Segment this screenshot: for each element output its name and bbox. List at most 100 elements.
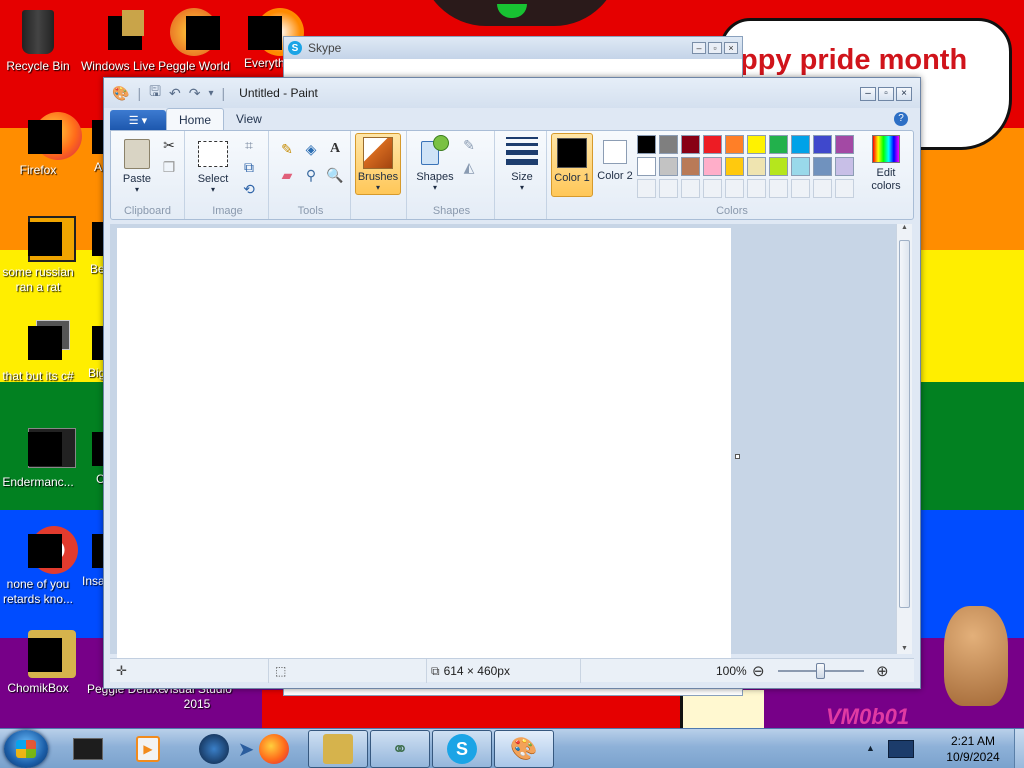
palette-swatch[interactable] [835, 157, 854, 176]
canvas-resize-handle[interactable] [735, 454, 740, 459]
taskbar-chomikbox[interactable] [308, 730, 368, 768]
color2-button[interactable]: Color 2 [595, 133, 635, 197]
palette-swatch[interactable] [791, 157, 810, 176]
brushes-button[interactable]: Brushes ▾ [355, 133, 401, 195]
scroll-up-icon[interactable]: ▲ [897, 224, 912, 231]
tab-home[interactable]: Home [166, 108, 225, 130]
color-picker-icon[interactable]: ⚲ [301, 165, 321, 185]
copy-icon[interactable]: ❐ [159, 157, 179, 177]
palette-empty-slot[interactable] [835, 179, 854, 198]
desktop-icon-recycle-bin[interactable]: Recycle Bin [0, 8, 78, 74]
palette-empty-slot[interactable] [659, 179, 678, 198]
select-button[interactable]: Select ▾ [191, 135, 235, 194]
palette-swatch[interactable] [659, 135, 678, 154]
close-icon[interactable]: × [724, 42, 738, 54]
palette-swatch[interactable] [813, 157, 832, 176]
show-hidden-icons[interactable]: ▲ [866, 743, 875, 753]
palette-swatch[interactable] [659, 157, 678, 176]
palette-empty-slot[interactable] [769, 179, 788, 198]
show-desktop-button[interactable] [1014, 729, 1024, 768]
vertical-scrollbar[interactable]: ▲ ▼ [896, 224, 912, 654]
scroll-down-icon[interactable]: ▼ [897, 645, 912, 652]
maximize-button[interactable]: ▫ [878, 87, 894, 101]
text-icon[interactable]: A [325, 139, 345, 159]
palette-empty-slot[interactable] [637, 179, 656, 198]
paint-menu-button[interactable]: ☰ ▾ [110, 110, 166, 130]
color1-button[interactable]: Color 1 [551, 133, 593, 197]
close-button[interactable]: × [896, 87, 912, 101]
palette-swatch[interactable] [747, 135, 766, 154]
palette-swatch[interactable] [813, 135, 832, 154]
palette-swatch[interactable] [791, 135, 810, 154]
desktop-icon-windows-live[interactable]: Windows Live [78, 8, 158, 74]
tab-view[interactable]: View [224, 108, 274, 130]
palette-swatch[interactable] [637, 135, 656, 154]
palette-swatch[interactable] [681, 135, 700, 154]
drawing-canvas[interactable] [117, 228, 731, 658]
save-icon[interactable]: 🖫 [149, 81, 161, 105]
palette-swatch[interactable] [681, 157, 700, 176]
desktop-icon-none-of-you[interactable]: none of you retards kno... [0, 526, 78, 607]
taskbar-paint[interactable]: 🎨 [494, 730, 554, 768]
resize-icon[interactable]: ⧉ [239, 157, 259, 177]
desktop-icon-that-but-its-csharp[interactable]: that but its c# [0, 318, 78, 384]
paint-window[interactable]: 🎨 | 🖫 ↶ ↷ ▾ | Untitled - Paint – ▫ × ☰ ▾… [103, 77, 921, 689]
pencil-icon[interactable]: ✎ [277, 139, 297, 159]
palette-swatch[interactable] [835, 135, 854, 154]
palette-swatch[interactable] [703, 157, 722, 176]
desktop-icon-peggle-world[interactable]: Peggle World [154, 8, 234, 74]
palette-swatch[interactable] [703, 135, 722, 154]
minimize-button[interactable]: – [860, 87, 876, 101]
edit-colors-button[interactable]: Edit colors [863, 133, 909, 193]
taskbar-firefox[interactable] [254, 731, 294, 767]
crop-icon[interactable]: ⌗ [239, 135, 259, 155]
taskbar-skype[interactable]: S [432, 730, 492, 768]
fill-icon[interactable]: ◈ [301, 139, 321, 159]
taskbar-media-player[interactable]: ▶ [128, 731, 168, 767]
palette-empty-slot[interactable] [791, 179, 810, 198]
taskbar-network-app[interactable]: ⚭ [370, 730, 430, 768]
start-button[interactable] [4, 730, 48, 768]
rotate-icon[interactable]: ⟲ [239, 179, 259, 199]
outline-icon[interactable]: ✎ [459, 135, 479, 155]
magnifier-icon[interactable]: 🔍 [325, 165, 345, 185]
palette-empty-slot[interactable] [725, 179, 744, 198]
zoom-in-icon[interactable]: ⊕ [876, 659, 889, 683]
palette-empty-slot[interactable] [703, 179, 722, 198]
palette-empty-slot[interactable] [747, 179, 766, 198]
taskbar-clock[interactable]: 2:21 AM 10/9/2024 [936, 733, 1010, 765]
redo-icon[interactable]: ↷ [189, 85, 201, 102]
desktop-icon-chomikbox[interactable]: ChomikBox [0, 630, 78, 696]
paint-titlebar[interactable]: 🎨 | 🖫 ↶ ↷ ▾ | Untitled - Paint – ▫ × [104, 78, 920, 108]
minimize-icon[interactable]: – [692, 42, 706, 54]
zoom-slider-thumb[interactable] [816, 663, 825, 679]
desktop-icon-some-russian[interactable]: some russian ran a rat [0, 214, 78, 295]
palette-empty-slot[interactable] [813, 179, 832, 198]
palette-swatch[interactable] [769, 157, 788, 176]
paste-button[interactable]: Paste ▾ [117, 135, 157, 194]
maximize-icon[interactable]: ▫ [708, 42, 722, 54]
paint-app-icon[interactable]: 🎨 [112, 85, 129, 102]
eraser-icon[interactable]: ▰ [277, 165, 297, 185]
shapes-button[interactable]: Shapes ▾ [415, 135, 455, 192]
desktop-icon-firefox[interactable]: Firefox [0, 112, 82, 178]
fill-shape-icon[interactable]: ◭ [459, 157, 479, 177]
zoom-out-icon[interactable]: ⊖ [752, 659, 765, 683]
scrollbar-thumb[interactable] [899, 240, 910, 608]
skype-titlebar[interactable]: S Skype – ▫ × [284, 37, 742, 59]
palette-swatch[interactable] [769, 135, 788, 154]
taskbar-pin-app[interactable] [68, 731, 108, 767]
customize-toolbar-icon[interactable]: ▾ [208, 88, 213, 99]
undo-icon[interactable]: ↶ [169, 85, 181, 102]
palette-swatch[interactable] [637, 157, 656, 176]
desktop-icon-endermanch[interactable]: Endermanc... [0, 424, 78, 490]
size-button[interactable]: Size ▾ [501, 135, 543, 192]
tray-icons[interactable] [888, 738, 924, 760]
palette-swatch[interactable] [725, 157, 744, 176]
palette-swatch[interactable] [725, 135, 744, 154]
help-icon[interactable]: ? [894, 112, 908, 126]
desktop-icon-everything[interactable]: Everyth [236, 8, 304, 71]
palette-empty-slot[interactable] [681, 179, 700, 198]
palette-swatch[interactable] [747, 157, 766, 176]
cut-icon[interactable]: ✂ [159, 135, 179, 155]
